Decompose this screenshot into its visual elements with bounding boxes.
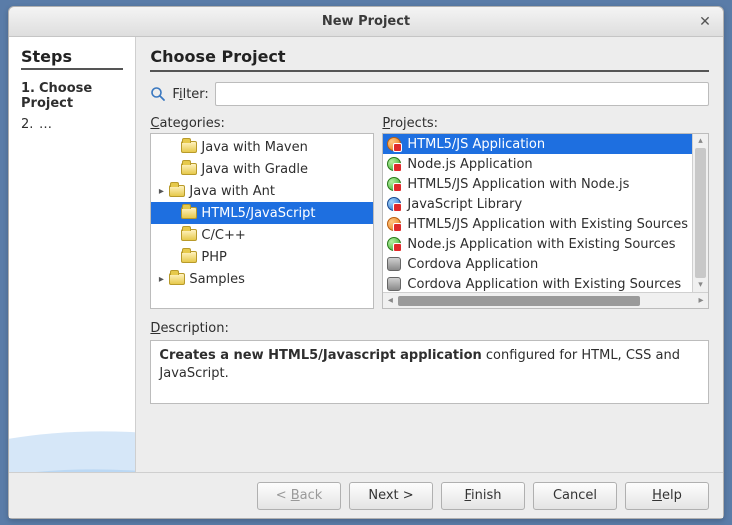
project-item[interactable]: Cordova Application (383, 254, 692, 274)
filter-row: Filter: (150, 82, 709, 106)
filter-input[interactable] (215, 82, 709, 106)
category-item[interactable]: C/C++ (151, 224, 373, 246)
project-item[interactable]: HTML5/JS Application (383, 134, 692, 154)
titlebar: New Project ✕ (9, 7, 723, 37)
divider (21, 68, 123, 70)
projects-column: Projects: HTML5/JS Application Node.js A… (382, 116, 709, 309)
chevron-right-icon[interactable]: ▸ (155, 274, 167, 285)
scroll-right-icon[interactable]: ▸ (694, 295, 708, 306)
project-item[interactable]: HTML5/JS Application with Node.js (383, 174, 692, 194)
search-icon (150, 86, 166, 102)
next-button[interactable]: Next > (349, 482, 433, 510)
dialog-content: Steps 1.Choose Project 2.… Choose Projec… (9, 37, 723, 472)
decorative-swoosh (9, 282, 136, 472)
vertical-scrollbar[interactable]: ▴ ▾ (692, 134, 708, 292)
help-button[interactable]: Help (625, 482, 709, 510)
finish-button[interactable]: Finish (441, 482, 525, 510)
projects-label: Projects: (382, 116, 709, 131)
category-item[interactable]: PHP (151, 246, 373, 268)
window-title: New Project (9, 14, 723, 29)
category-item[interactable]: HTML5/JavaScript (151, 202, 373, 224)
project-item[interactable]: Node.js Application (383, 154, 692, 174)
categories-label: Categories: (150, 116, 374, 131)
description-label: Description: (150, 321, 709, 336)
filter-label: Filter: (172, 87, 208, 102)
category-item[interactable]: Java with Maven (151, 136, 373, 158)
close-icon[interactable]: ✕ (695, 12, 715, 32)
folder-icon (169, 273, 185, 285)
project-item[interactable]: HTML5/JS Application with Existing Sourc… (383, 214, 692, 234)
folder-icon (181, 229, 197, 241)
scroll-thumb[interactable] (398, 296, 640, 306)
js-library-icon (387, 197, 401, 211)
html5-app-icon (387, 217, 401, 231)
nodejs-app-icon (387, 157, 401, 171)
horizontal-scrollbar[interactable]: ◂ ▸ (383, 292, 708, 308)
button-row: < Back Next > Finish Cancel Help (9, 472, 723, 518)
divider (150, 70, 709, 72)
scroll-left-icon[interactable]: ◂ (383, 295, 397, 306)
scroll-thumb[interactable] (695, 148, 706, 278)
lists-row: Categories: Java with Maven Java with Gr… (150, 116, 709, 309)
steps-pane: Steps 1.Choose Project 2.… (9, 37, 136, 472)
new-project-dialog: New Project ✕ Steps 1.Choose Project 2.…… (8, 6, 724, 519)
main-pane: Choose Project Filter: Categories: Java … (136, 37, 723, 472)
description-box: Creates a new HTML5/Javascript applicati… (150, 340, 709, 404)
project-item[interactable]: JavaScript Library (383, 194, 692, 214)
cordova-app-icon (387, 277, 401, 291)
project-item[interactable]: Node.js Application with Existing Source… (383, 234, 692, 254)
category-item[interactable]: ▸Samples (151, 268, 373, 290)
categories-tree[interactable]: Java with Maven Java with Gradle ▸Java w… (150, 133, 374, 309)
category-item[interactable]: Java with Gradle (151, 158, 373, 180)
category-item[interactable]: ▸Java with Ant (151, 180, 373, 202)
project-item[interactable]: Cordova Application with Existing Source… (383, 274, 692, 292)
step-item: 2.… (21, 114, 123, 135)
cordova-app-icon (387, 257, 401, 271)
step-item: 1.Choose Project (21, 78, 123, 114)
projects-list[interactable]: HTML5/JS Application Node.js Application… (382, 133, 709, 309)
categories-column: Categories: Java with Maven Java with Gr… (150, 116, 374, 309)
folder-icon (169, 185, 185, 197)
chevron-right-icon[interactable]: ▸ (155, 186, 167, 197)
folder-icon (181, 251, 197, 263)
html5-app-icon (387, 137, 401, 151)
nodejs-app-icon (387, 177, 401, 191)
main-heading: Choose Project (150, 47, 709, 66)
steps-list: 1.Choose Project 2.… (21, 78, 123, 135)
cancel-button[interactable]: Cancel (533, 482, 617, 510)
folder-icon (181, 207, 197, 219)
nodejs-app-icon (387, 237, 401, 251)
folder-icon (181, 163, 197, 175)
scroll-down-icon[interactable]: ▾ (693, 278, 708, 292)
steps-heading: Steps (21, 47, 123, 66)
scroll-up-icon[interactable]: ▴ (693, 134, 708, 148)
folder-icon (181, 141, 197, 153)
back-button[interactable]: < Back (257, 482, 341, 510)
